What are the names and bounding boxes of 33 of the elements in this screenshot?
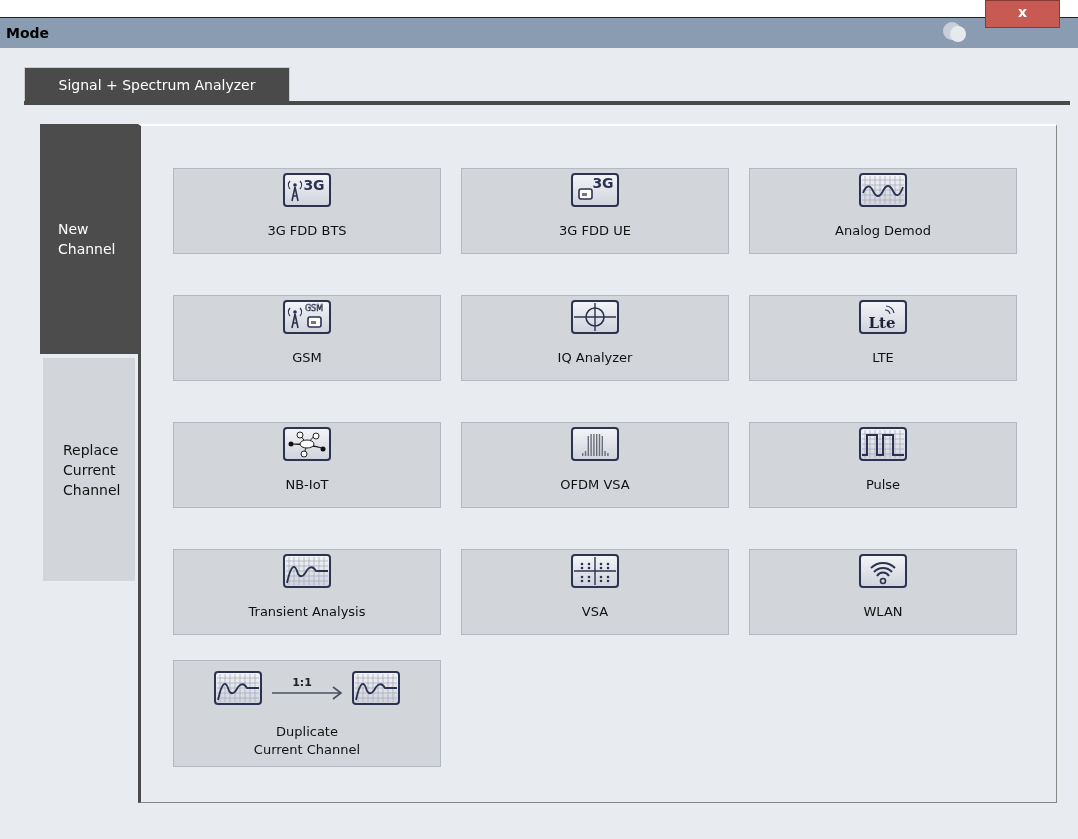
application-button[interactable]: 3G 3G FDD BTS	[173, 168, 441, 254]
application-button[interactable]: 3G 3G FDD UE	[461, 168, 729, 254]
antenna-icon: 3G	[283, 173, 331, 207]
wifi-icon	[859, 554, 907, 588]
window-title: Mode	[6, 25, 50, 41]
phone-card-icon: 3G	[571, 173, 619, 207]
side-tab[interactable]: New Channel	[40, 124, 138, 354]
application-button[interactable]: Lte LTE	[749, 295, 1017, 381]
duplicate-button[interactable]: 1:1 Duplicate Current Channel	[173, 660, 441, 767]
application-button[interactable]: NB-IoT	[173, 422, 441, 508]
application-button[interactable]: Pulse	[749, 422, 1017, 508]
application-button[interactable]: OFDM VSA	[461, 422, 729, 508]
application-button[interactable]: GSM GSM	[173, 295, 441, 381]
circles-icon[interactable]	[942, 21, 968, 43]
pulse-icon	[859, 427, 907, 461]
damped-wave-icon	[283, 554, 331, 588]
application-button[interactable]: Analog Demod	[749, 168, 1017, 254]
application-button[interactable]: VSA	[461, 549, 729, 635]
crosshair-icon	[571, 300, 619, 334]
application-button[interactable]: IQ Analyzer	[461, 295, 729, 381]
sine-wave-icon	[859, 173, 907, 207]
application-button[interactable]: WLAN	[749, 549, 1017, 635]
network-icon	[283, 427, 331, 461]
application-button[interactable]: Transient Analysis	[173, 549, 441, 635]
damped-wave-icon	[352, 671, 400, 705]
damped-wave-icon	[214, 671, 262, 705]
mode-tab[interactable]: Signal + Spectrum Analyzer	[24, 67, 290, 101]
side-tab[interactable]: Replace Current Channel	[43, 358, 135, 581]
constellation-icon	[571, 554, 619, 588]
antenna-card-icon: GSM	[283, 300, 331, 334]
signal-icon: Lte	[859, 300, 907, 334]
spectrum-bars-icon	[571, 427, 619, 461]
close-button[interactable]: x	[985, 0, 1060, 28]
